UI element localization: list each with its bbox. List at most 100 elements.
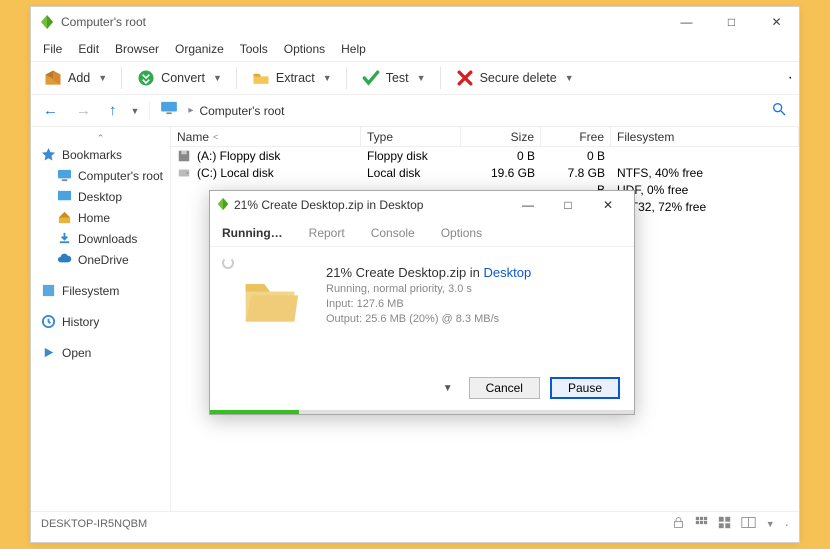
column-free[interactable]: Free [541,127,611,146]
view-large-icons[interactable] [718,516,731,532]
nav-back[interactable]: ← [39,100,62,121]
view-small-icons[interactable] [695,516,708,532]
separator [236,67,237,89]
cloud-icon [57,252,72,267]
sidebar-open[interactable]: Open [33,342,168,363]
statusbar-overflow[interactable]: · [785,517,789,532]
tab-running[interactable]: Running… [220,222,285,244]
add-button[interactable]: Add ▼ [37,65,113,91]
lock-icon[interactable] [672,516,685,532]
cell-fs: NTFS, 40% free [611,166,799,180]
menu-tools[interactable]: Tools [232,39,276,59]
column-size-label: Size [511,130,534,144]
breadcrumb[interactable]: ▸ Computer's root [188,104,757,118]
sidebar-item-computers-root[interactable]: Computer's root [33,165,168,186]
menu-help[interactable]: Help [333,39,374,59]
folder-open-icon [251,68,271,88]
column-name-label: Name [177,130,209,144]
crumb-label[interactable]: Computer's root [199,104,284,118]
secure-delete-button[interactable]: Secure delete ▼ [449,65,580,91]
sidebar: ⌃ Bookmarks Computer's root Desktop Home… [31,127,171,511]
floppy-icon [177,149,191,163]
separator [346,67,347,89]
column-name[interactable]: Name < [171,127,361,146]
sort-asc-icon: < [213,132,218,142]
close-button[interactable]: ✕ [754,7,799,37]
nav-up[interactable]: ↑ [105,100,121,121]
sidebar-item-downloads[interactable]: Downloads [33,228,168,249]
address-bar: ← → ↑ ▼ ▸ Computer's root [31,95,799,127]
menu-organize[interactable]: Organize [167,39,232,59]
sidebar-item-label: Downloads [78,232,137,246]
sidebar-collapse-up[interactable]: ⌃ [33,133,168,144]
window-controls: — □ ✕ [664,7,799,37]
table-row[interactable]: (A:) Floppy disk Floppy disk 0 B 0 B [171,147,799,164]
minimize-button[interactable]: — [664,7,709,37]
test-label: Test [386,71,409,85]
cancel-button[interactable]: Cancel [469,377,540,399]
convert-label: Convert [161,71,205,85]
column-type[interactable]: Type [361,127,461,146]
sidebar-history[interactable]: History [33,311,168,332]
convert-icon [136,68,156,88]
toolbar-overflow[interactable]: · [788,69,793,87]
column-size[interactable]: Size [461,127,541,146]
chevron-down-icon[interactable]: ▼ [213,73,222,83]
dialog-body: 21% Create Desktop.zip in Desktop Runnin… [210,247,634,366]
sidebar-item-onedrive[interactable]: OneDrive [33,249,168,270]
chevron-down-icon[interactable]: ▼ [417,73,426,83]
dialog-minimize[interactable]: — [508,191,548,219]
test-button[interactable]: Test ▼ [355,65,432,91]
dialog-maximize[interactable]: □ [548,191,588,219]
sidebar-item-desktop[interactable]: Desktop [33,186,168,207]
footer-dropdown[interactable]: ▼ [443,383,453,394]
open-label: Open [62,346,91,360]
cell-free: 0 B [541,149,611,163]
history-label: History [62,315,99,329]
monitor-icon [160,101,178,120]
cell-free: 7.8 GB [541,166,611,180]
dialog-close[interactable]: ✕ [588,191,628,219]
column-fs-label: Filesystem [617,130,674,144]
menu-edit[interactable]: Edit [70,39,107,59]
chevron-down-icon[interactable]: ▼ [98,73,107,83]
menu-bar: File Edit Browser Organize Tools Options… [31,37,799,61]
nav-history-dropdown[interactable]: ▼ [131,106,140,116]
status-bar: DESKTOP-IR5NQBM ▼ · [31,511,799,536]
tab-options[interactable]: Options [439,222,484,244]
tab-report[interactable]: Report [307,222,347,244]
sidebar-item-home[interactable]: Home [33,207,168,228]
chevron-right-icon: ▸ [188,105,193,116]
dialog-tabs: Running… Report Console Options [210,219,634,247]
sidebar-filesystem[interactable]: Filesystem [33,280,168,301]
pause-button[interactable]: Pause [550,377,620,399]
spinner-icon [222,257,234,269]
view-dropdown[interactable]: ▼ [766,519,775,529]
destination-link[interactable]: Desktop [484,265,532,280]
column-headers: Name < Type Size Free Filesystem [171,127,799,147]
column-filesystem[interactable]: Filesystem [611,127,799,146]
extract-button[interactable]: Extract ▼ [245,65,338,91]
menu-file[interactable]: File [35,39,70,59]
sidebar-bookmarks[interactable]: Bookmarks [33,144,168,165]
convert-button[interactable]: Convert ▼ [130,65,228,91]
progress-bar [210,410,634,414]
progress-info: 21% Create Desktop.zip in Desktop Runnin… [326,265,618,325]
chevron-down-icon[interactable]: ▼ [565,73,574,83]
dialog-footer: ▼ Cancel Pause [210,366,634,410]
table-row[interactable]: (C:) Local disk Local disk 19.6 GB 7.8 G… [171,164,799,181]
cell-type: Floppy disk [361,149,461,163]
cell-name: (C:) Local disk [197,166,274,180]
search-icon[interactable] [767,97,791,125]
separator [149,101,150,121]
menu-browser[interactable]: Browser [107,39,167,59]
x-icon [455,68,475,88]
chevron-down-icon[interactable]: ▼ [323,73,332,83]
menu-options[interactable]: Options [276,39,333,59]
nav-forward[interactable]: → [72,100,95,121]
disk-icon [177,166,191,180]
add-label: Add [68,71,90,85]
maximize-button[interactable]: □ [709,7,754,37]
view-details-icon[interactable] [741,516,756,532]
tab-console[interactable]: Console [369,222,417,244]
